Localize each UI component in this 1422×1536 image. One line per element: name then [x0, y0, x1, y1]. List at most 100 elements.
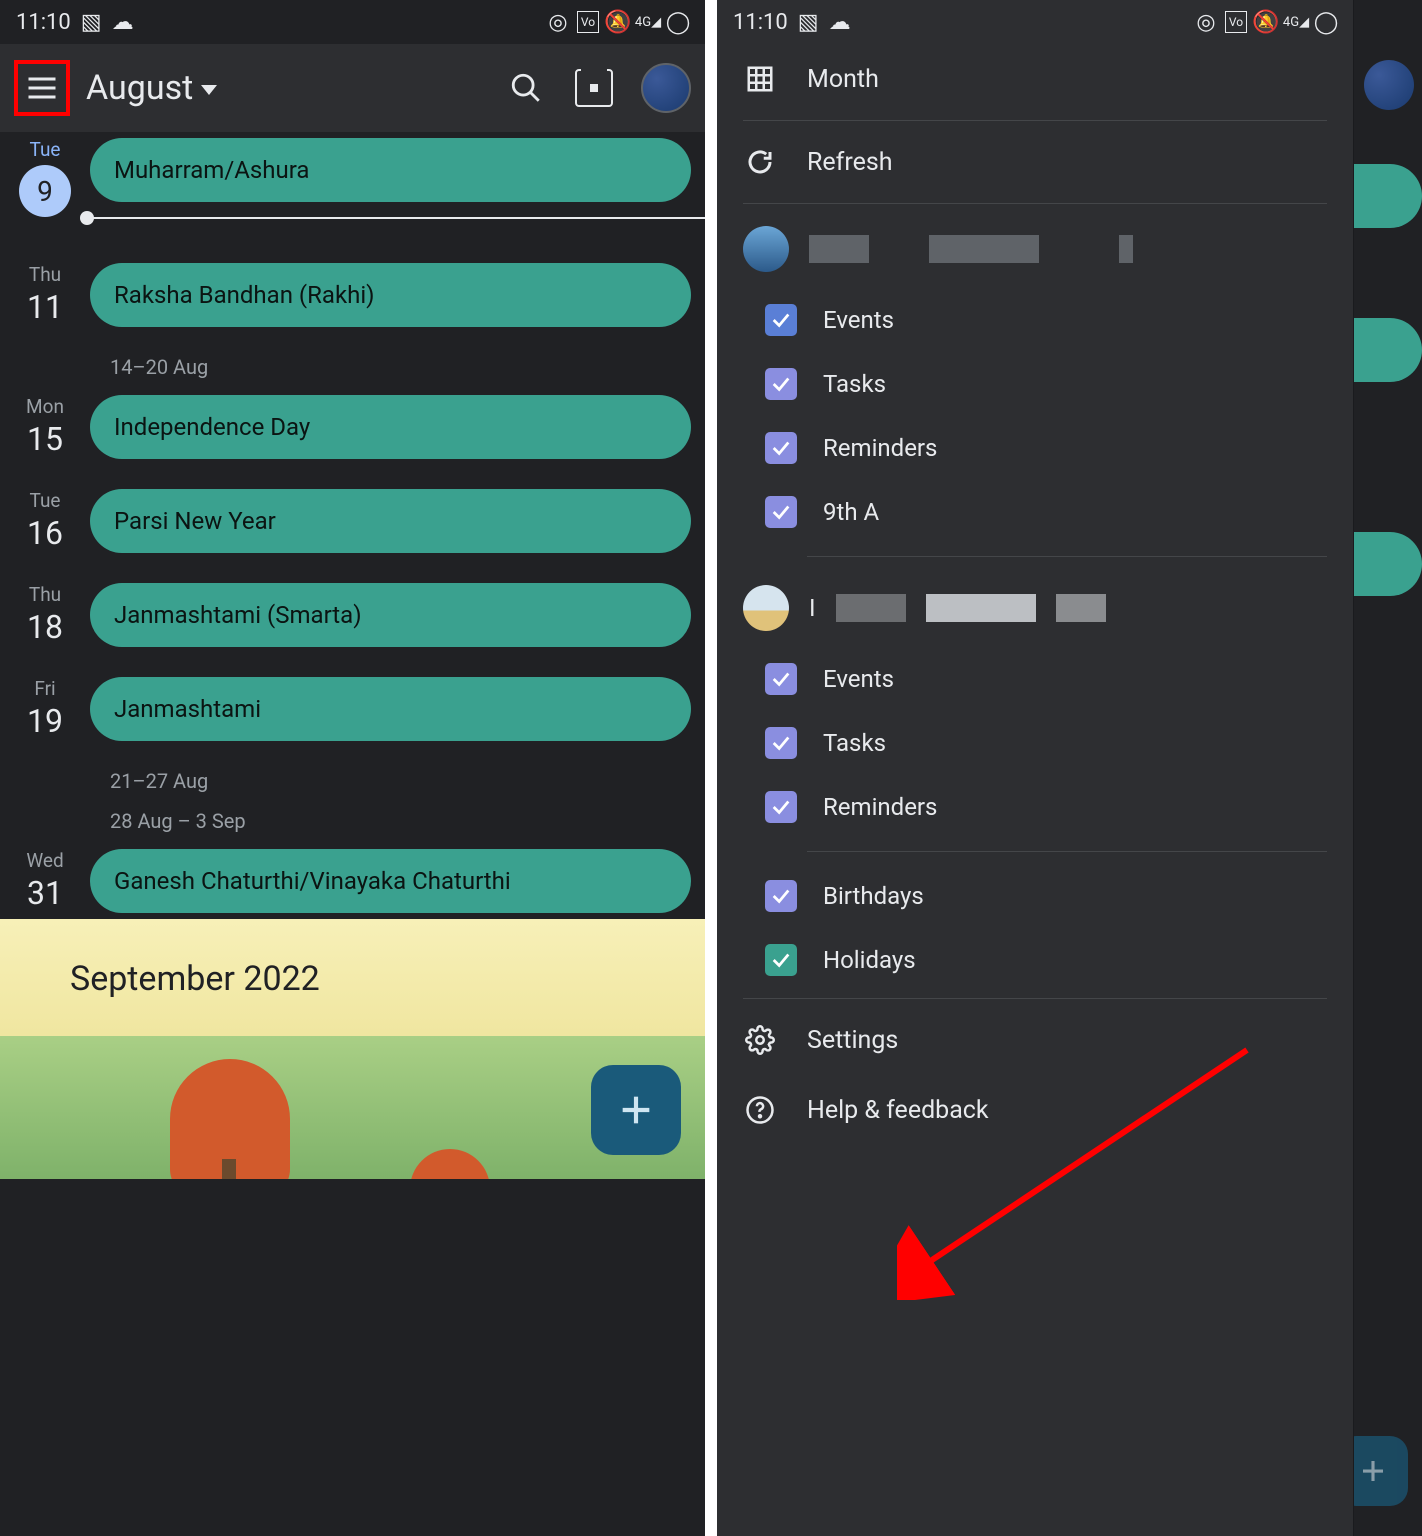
day-row: Mon 15 Independence Day	[0, 389, 705, 465]
calendar-toggle[interactable]: Holidays	[717, 928, 1353, 992]
divider	[743, 203, 1327, 204]
divider	[743, 120, 1327, 121]
calendar-today-icon	[575, 69, 613, 107]
signal-icon: 4G◢	[637, 11, 659, 33]
status-time: 11:10	[16, 10, 71, 35]
calendar-label: Tasks	[823, 370, 886, 398]
calendar-toggle[interactable]: 9th A	[717, 480, 1353, 544]
picture-icon: ▧	[798, 10, 819, 35]
loading-icon: ◯	[1315, 11, 1337, 33]
day-row: Tue 16 Parsi New Year	[0, 483, 705, 559]
calendar-toggle[interactable]: Birthdays	[717, 864, 1353, 928]
event-pill[interactable]: Raksha Bandhan (Rakhi)	[90, 263, 691, 327]
chevron-down-icon	[201, 85, 217, 95]
day-header[interactable]: Fri 19	[0, 671, 90, 747]
calendar-toggle[interactable]: Events	[717, 288, 1353, 352]
navigation-drawer: 11:10 ▧ ☁ ◎ Vo 🔕 4G◢ ◯ Month Refresh	[717, 0, 1354, 1536]
today-button[interactable]	[573, 67, 615, 109]
month-grid-icon	[743, 62, 777, 96]
next-month-label: September 2022	[70, 959, 320, 999]
day-of-week: Tue	[0, 138, 90, 161]
create-event-fab[interactable]	[591, 1065, 681, 1155]
checkbox-icon	[765, 432, 797, 464]
account-avatar	[743, 585, 789, 631]
hotspot-icon: ◎	[547, 11, 569, 33]
calendar-label: Reminders	[823, 793, 937, 821]
schedule-list[interactable]: Tue 9 Muharram/Ashura Thu 11 Raksha Band…	[0, 132, 705, 919]
day-header[interactable]: Thu 18	[0, 577, 90, 653]
screenshot-left: 11:10 ▧ ☁ ◎ Vo 🔕 4G◢ ◯ August	[0, 0, 705, 1536]
drawer-account[interactable]: I	[717, 569, 1353, 647]
checkbox-icon	[765, 727, 797, 759]
search-button[interactable]	[505, 67, 547, 109]
redacted-name	[929, 235, 1039, 263]
calendar-label: Birthdays	[823, 882, 924, 910]
day-row: Fri 19 Janmashtami	[0, 671, 705, 747]
week-range: 28 Aug – 3 Sep	[0, 803, 705, 843]
checkbox-icon	[765, 880, 797, 912]
calendar-toggle[interactable]: Reminders	[717, 775, 1353, 839]
event-pill[interactable]: Muharram/Ashura	[90, 138, 691, 202]
mute-icon: 🔕	[1255, 11, 1277, 33]
event-pill[interactable]: Parsi New Year	[90, 489, 691, 553]
event-pill[interactable]: Independence Day	[90, 395, 691, 459]
month-label: August	[86, 68, 193, 108]
calendar-label: Tasks	[823, 729, 886, 757]
calendar-label: Events	[823, 665, 894, 693]
picture-icon: ▧	[81, 10, 102, 35]
checkbox-icon	[765, 791, 797, 823]
calendar-toggle[interactable]: Tasks	[717, 352, 1353, 416]
refresh-icon	[743, 145, 777, 179]
day-header[interactable]: Mon 15	[0, 389, 90, 465]
event-pill[interactable]: Ganesh Chaturthi/Vinayaka Chaturthi	[90, 849, 691, 913]
cloud-icon: ☁	[112, 10, 134, 35]
drawer-item-label: Settings	[807, 1026, 898, 1055]
volte-icon: Vo	[1225, 11, 1247, 33]
checkbox-icon	[765, 304, 797, 336]
signal-icon: 4G◢	[1285, 11, 1307, 33]
redacted-name	[1119, 235, 1133, 263]
day-row: Thu 11 Raksha Bandhan (Rakhi)	[0, 257, 705, 333]
calendar-toggle[interactable]: Tasks	[717, 711, 1353, 775]
day-row: Thu 18 Janmashtami (Smarta)	[0, 577, 705, 653]
drawer-item-label: Help & feedback	[807, 1096, 989, 1125]
checkbox-icon	[765, 368, 797, 400]
gear-icon	[743, 1023, 777, 1057]
day-row-today: Tue 9 Muharram/Ashura	[0, 132, 705, 217]
redacted-name	[836, 594, 906, 622]
app-header: August	[0, 44, 705, 132]
drawer-refresh[interactable]: Refresh	[717, 127, 1353, 197]
day-of-month: 9	[37, 175, 53, 208]
help-icon	[743, 1093, 777, 1127]
event-title: Muharram/Ashura	[114, 156, 309, 184]
drawer-settings[interactable]: Settings	[717, 1005, 1353, 1075]
day-header[interactable]: Wed 31	[0, 843, 90, 919]
status-time: 11:10	[733, 10, 788, 35]
hotspot-icon: ◎	[1195, 11, 1217, 33]
menu-button[interactable]	[14, 60, 70, 116]
drawer-view-month[interactable]: Month	[717, 44, 1353, 114]
event-pill[interactable]: Janmashtami (Smarta)	[90, 583, 691, 647]
calendar-label: Holidays	[823, 946, 916, 974]
month-dropdown[interactable]: August	[86, 68, 489, 108]
calendar-toggle[interactable]: Reminders	[717, 416, 1353, 480]
volte-icon: Vo	[577, 11, 599, 33]
week-range: 14–20 Aug	[0, 333, 705, 389]
day-header[interactable]: Thu 11	[0, 257, 90, 333]
screenshot-right: 11:10 ▧ ☁ ◎ Vo 🔕 4G◢ ◯ Month Refresh	[717, 0, 1422, 1536]
status-bar: 11:10 ▧ ☁ ◎ Vo 🔕 4G◢ ◯	[717, 0, 1353, 44]
drawer-account[interactable]	[717, 210, 1353, 288]
event-pill[interactable]: Janmashtami	[90, 677, 691, 741]
week-range: 21–27 Aug	[0, 747, 705, 803]
redacted-name	[809, 235, 869, 263]
drawer-item-label: Refresh	[807, 148, 893, 177]
divider	[807, 556, 1327, 557]
loading-icon: ◯	[667, 11, 689, 33]
day-header[interactable]: Tue 9	[0, 132, 90, 217]
calendar-toggle[interactable]: Events	[717, 647, 1353, 711]
calendar-label: 9th A	[823, 498, 879, 526]
day-header[interactable]: Tue 16	[0, 483, 90, 559]
drawer-help[interactable]: Help & feedback	[717, 1075, 1353, 1145]
day-row: Wed 31 Ganesh Chaturthi/Vinayaka Chaturt…	[0, 843, 705, 919]
profile-avatar[interactable]	[641, 63, 691, 113]
